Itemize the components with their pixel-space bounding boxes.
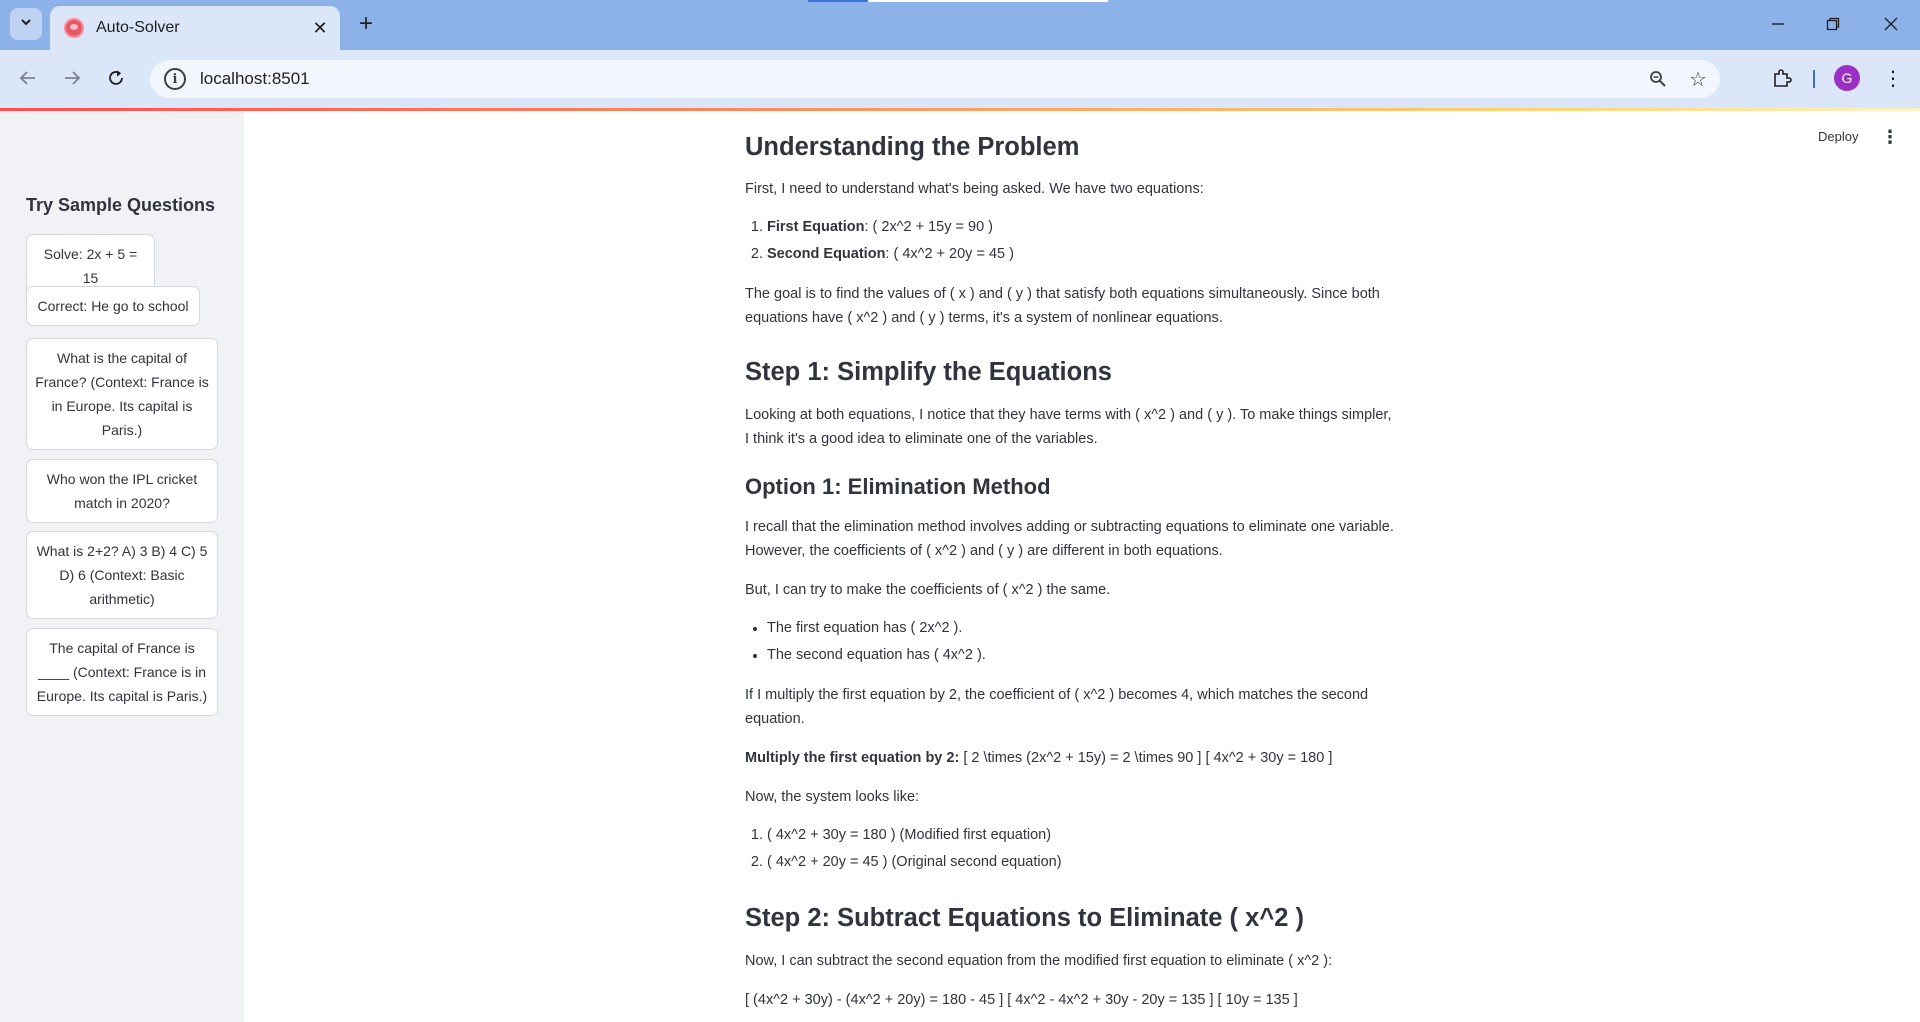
chevron-down-icon (19, 15, 33, 34)
bullet-list: The first equation has ( 2x^2 ). The sec… (745, 615, 1395, 669)
url-text[interactable]: localhost:8501 (200, 69, 1640, 89)
back-button[interactable] (12, 62, 44, 94)
minimize-button[interactable] (1758, 8, 1798, 40)
list-item: ( 4x^2 + 20y = 45 ) (Original second equ… (767, 849, 1395, 876)
heading-option1: Option 1: Elimination Method (745, 474, 1051, 499)
zoom-icon[interactable] (1640, 61, 1676, 97)
heading-step2: Step 2: Subtract Equations to Eliminate … (745, 904, 1304, 932)
sample-question-button[interactable]: What is the capital of France? (Context:… (26, 338, 218, 450)
sidebar-title: Try Sample Questions (26, 195, 216, 215)
tab-title: Auto-Solver (96, 19, 180, 36)
forward-button[interactable] (56, 62, 88, 94)
close-tab-icon[interactable]: ✕ (310, 18, 330, 38)
paragraph: The goal is to find the values of ( x ) … (745, 286, 1380, 326)
paragraph: Looking at both equations, I notice that… (745, 407, 1392, 447)
close-window-button[interactable] (1871, 8, 1911, 40)
system-list: ( 4x^2 + 30y = 180 ) (Modified first equ… (745, 822, 1395, 876)
browser-toolbar: i localhost:8501 ☆ ⋮ (0, 50, 1920, 108)
list-item: First Equation: ( 2x^2 + 15y = 90 ) (767, 214, 1395, 241)
extensions-icon[interactable] (1766, 62, 1798, 94)
list-item: ( 4x^2 + 30y = 180 ) (Modified first equ… (767, 822, 1395, 849)
sidebar: Try Sample Questions Solve: 2x + 5 = 15 … (0, 111, 244, 1022)
site-info-icon[interactable]: i (164, 68, 186, 90)
reload-button[interactable] (100, 62, 132, 94)
paragraph: First, I need to understand what's being… (745, 181, 1204, 197)
sample-question-button[interactable]: What is 2+2? A) 3 B) 4 C) 5 D) 6 (Contex… (26, 531, 218, 619)
paragraph: Multiply the first equation by 2: [ 2 \t… (745, 750, 1333, 766)
sample-question-button[interactable]: The capital of France is ____ (Context: … (26, 628, 218, 716)
app-menu-icon[interactable]: ⋮ (1880, 126, 1900, 148)
new-tab-button[interactable]: + (352, 10, 380, 38)
sample-question-button[interactable]: Correct: He go to school (26, 286, 200, 326)
address-bar[interactable]: i localhost:8501 ☆ (150, 60, 1720, 98)
main-content: Understanding the Problem First, I need … (745, 111, 1395, 1022)
paragraph: [ (4x^2 + 30y) - (4x^2 + 20y) = 180 - 45… (745, 992, 1298, 1008)
deploy-button[interactable]: Deploy (1814, 126, 1862, 148)
heading-step1: Step 1: Simplify the Equations (745, 358, 1112, 386)
paragraph: I recall that the elimination method inv… (745, 519, 1394, 559)
paragraph: If I multiply the first equation by 2, t… (745, 687, 1369, 727)
profile-avatar[interactable]: G (1834, 65, 1860, 91)
sample-question-button[interactable]: Who won the IPL cricket match in 2020? (26, 459, 218, 523)
paragraph: Now, the system looks like: (745, 789, 920, 805)
equations-list: First Equation: ( 2x^2 + 15y = 90 ) Seco… (745, 214, 1395, 268)
heading-understanding: Understanding the Problem (745, 133, 1080, 161)
list-item: The first equation has ( 2x^2 ). (767, 615, 1395, 642)
tab-strip: Auto-Solver ✕ + (0, 0, 1920, 50)
brain-icon (64, 18, 84, 38)
list-item: Second Equation: ( 4x^2 + 20y = 45 ) (767, 241, 1395, 268)
list-item: The second equation has ( 4x^2 ). (767, 642, 1395, 669)
bookmark-star-icon[interactable]: ☆ (1680, 61, 1716, 97)
toolbar-separator (1813, 70, 1815, 88)
browser-tab[interactable]: Auto-Solver ✕ (50, 6, 340, 50)
browser-menu-icon[interactable]: ⋮ (1877, 62, 1909, 94)
paragraph: Now, I can subtract the second equation … (745, 953, 1333, 969)
loading-indicator (808, 0, 1108, 2)
tab-search-button[interactable] (10, 8, 42, 40)
restore-button[interactable] (1813, 8, 1853, 40)
paragraph: But, I can try to make the coefficients … (745, 582, 1111, 598)
